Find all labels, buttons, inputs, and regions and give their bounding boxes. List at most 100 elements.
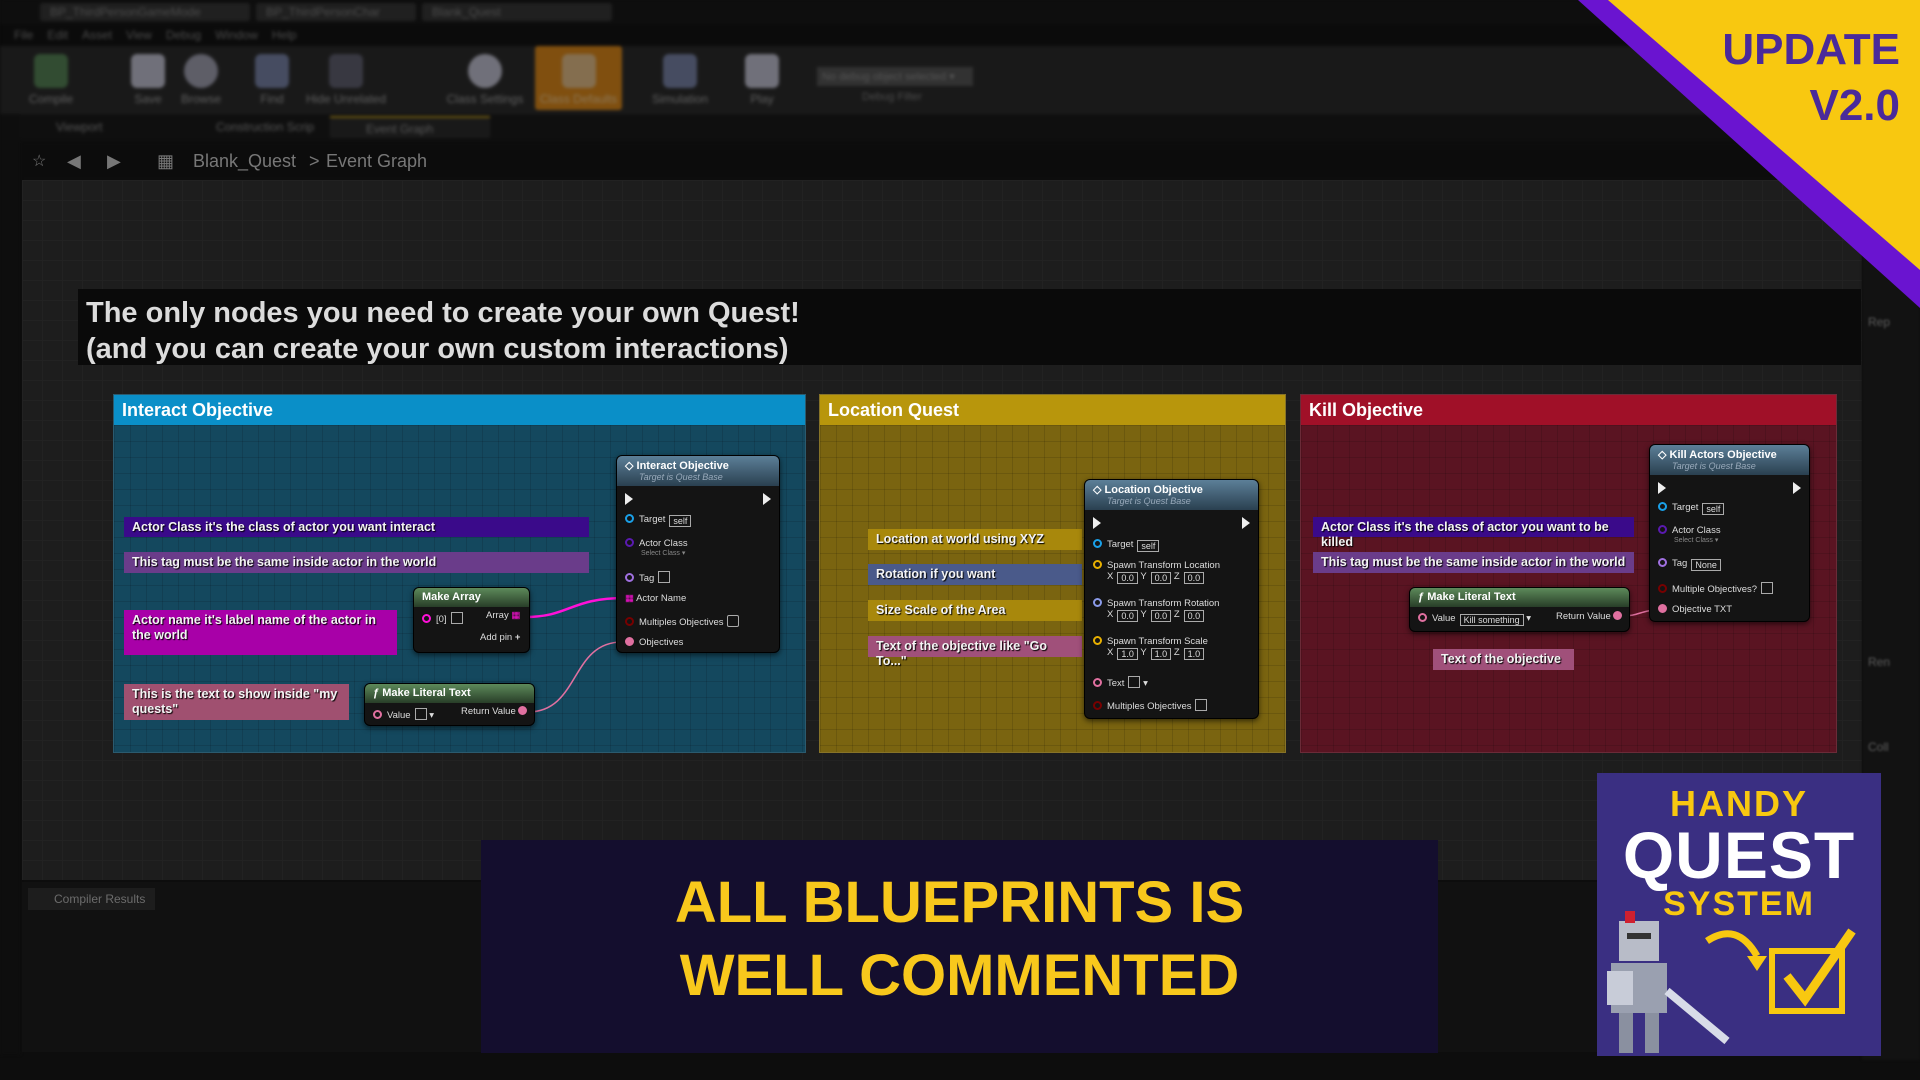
comment-objective-text[interactable]: Text of the objective [1433, 649, 1574, 670]
make-literal-text-node[interactable]: ƒ Make Literal Text Value Kill something … [1409, 587, 1630, 632]
pin-icon[interactable] [1093, 539, 1102, 548]
wire-array [524, 596, 626, 619]
pin-label: [0] [436, 614, 447, 625]
pin-label: Value [1432, 613, 1456, 624]
comment-actor-class[interactable]: Actor Class it's the class of actor you … [1313, 517, 1634, 549]
make-array-node[interactable]: Make Array [0] Array ▦ Add pin + [413, 587, 530, 653]
pin-icon[interactable] [518, 706, 528, 715]
pin-icon[interactable] [373, 710, 382, 719]
pin-icon[interactable] [1093, 560, 1102, 569]
value-field[interactable] [414, 708, 427, 720]
pin-icon[interactable] [1658, 502, 1667, 511]
multiples-checkbox[interactable] [1195, 699, 1208, 711]
plus-icon[interactable]: + [515, 632, 521, 643]
exec-in-pin[interactable] [1658, 482, 1666, 494]
value-field[interactable]: Kill something [1459, 614, 1524, 626]
kill-actors-objective-node[interactable]: ◇ Kill Actors Objective Target is Quest B… [1649, 444, 1810, 622]
pin-icon[interactable] [422, 614, 431, 623]
interact-objective-node[interactable]: ◇ Interact Objective Target is Quest Base… [616, 455, 780, 653]
exec-out-pin[interactable] [1242, 517, 1250, 529]
pin-label: Array [486, 610, 509, 621]
pin-icon[interactable] [625, 514, 634, 523]
promo-banner: ALL BLUEPRINTS IS WELL COMMENTED [481, 840, 1438, 1053]
multiple-checkbox[interactable] [1761, 582, 1774, 594]
pin-label: Spawn Transform Rotation [1107, 598, 1220, 609]
make-literal-text-node[interactable]: ƒ Make Literal Text Value ▾ Return Value [364, 683, 535, 726]
node-title: Location Objective [1104, 484, 1203, 496]
multiples-checkbox[interactable] [727, 615, 740, 627]
pin-label: Value [387, 710, 411, 721]
pin-label: Return Value [1556, 611, 1611, 622]
pin-label: Multiple Objectives? [1672, 584, 1758, 595]
node-title: Make Array [422, 591, 481, 603]
pin-icon[interactable] [1658, 604, 1667, 613]
pin-label: Tag [639, 573, 655, 584]
pin-label: Multiples Objectives [1107, 701, 1192, 712]
pin-icon[interactable] [1658, 584, 1667, 593]
comment-location[interactable]: Location at world using XYZ [868, 529, 1082, 550]
select-class-dropdown[interactable]: Select Class ▾ [1674, 536, 1721, 544]
pin-label: Tag [1672, 558, 1688, 569]
pin-icon[interactable] [625, 538, 634, 547]
pin-icon[interactable] [1093, 701, 1102, 710]
text-field[interactable] [1128, 676, 1141, 688]
comment-text[interactable]: This is the text to show inside "my ques… [124, 684, 349, 720]
banner-line1: ALL BLUEPRINTS IS [674, 870, 1245, 935]
comment-tag[interactable]: This tag must be the same inside actor i… [124, 552, 589, 573]
node-title: Make Literal Text [1427, 591, 1516, 603]
node-title: Kill Actors Objective [1669, 449, 1777, 461]
location-vector[interactable]: X 0.0 Y 0.0 Z 0.0 [1107, 571, 1220, 584]
rotation-vector[interactable]: X 0.0 Y 0.0 Z 0.0 [1107, 609, 1219, 622]
pin-icon[interactable] [1613, 611, 1623, 620]
select-class-dropdown[interactable]: Select Class ▾ [641, 549, 688, 557]
pin-icon[interactable] [1658, 525, 1667, 534]
pin-label: Actor Name [636, 593, 687, 604]
pin-label: Actor Class [639, 538, 688, 549]
version-text: V2.0 [1809, 81, 1900, 130]
location-objective-node[interactable]: ◇ Location Objective Target is Quest Base… [1084, 479, 1259, 719]
pin-icon[interactable] [1093, 598, 1102, 607]
tag-field[interactable]: None [1691, 559, 1721, 571]
self-field[interactable]: self [1137, 540, 1160, 552]
pin-icon[interactable] [1418, 613, 1427, 622]
node-subtitle: Target is Quest Base [1107, 496, 1191, 506]
comment-scale[interactable]: Size Scale of the Area [868, 600, 1082, 621]
pin-icon[interactable] [625, 617, 634, 626]
comment-actor-class[interactable]: Actor Class it's the class of actor you … [124, 517, 589, 537]
pin-icon[interactable] [1093, 678, 1102, 687]
exec-in-pin[interactable] [625, 493, 633, 505]
comment-tag[interactable]: This tag must be the same inside actor i… [1313, 552, 1634, 573]
knight-check-illustration [1607, 911, 1856, 1053]
pin-icon[interactable] [1093, 636, 1102, 645]
exec-in-pin[interactable] [1093, 517, 1101, 529]
banner-line2: WELL COMMENTED [679, 943, 1240, 1008]
value-field[interactable] [450, 612, 463, 624]
exec-out-pin[interactable] [763, 493, 771, 505]
pin-icon[interactable] [1658, 558, 1667, 567]
array-pin-icon[interactable]: ▦ [625, 593, 636, 604]
scale-vector[interactable]: X 1.0 Y 1.0 Z 1.0 [1107, 647, 1208, 660]
pin-label: Target [1107, 539, 1134, 550]
comment-actor-name[interactable]: Actor name it's label name of the actor … [124, 610, 397, 655]
self-field[interactable]: self [1702, 503, 1725, 515]
pin-label: Spawn Transform Scale [1107, 636, 1208, 647]
comment-objective-text[interactable]: Text of the objective like "Go To..." [868, 636, 1082, 668]
comment-rotation[interactable]: Rotation if you want [868, 564, 1082, 585]
pin-icon[interactable] [625, 573, 634, 582]
node-subtitle: Target is Quest Base [639, 472, 723, 482]
wire-text [527, 641, 623, 713]
pin-icon[interactable] [625, 637, 634, 646]
node-title: Make Literal Text [382, 687, 471, 699]
self-field[interactable]: self [669, 515, 692, 527]
pin-label: Objectives [639, 637, 684, 648]
pin-label: Objective TXT [1672, 604, 1733, 615]
update-badge: UPDATE V2.0 [1700, 22, 1900, 134]
pin-label: Target [1672, 502, 1699, 513]
handy-quest-system-logo: HANDY QUEST SYSTEM [1597, 773, 1881, 1056]
tag-field[interactable] [658, 571, 671, 583]
logo-quest: QUEST [1622, 818, 1856, 892]
exec-out-pin[interactable] [1793, 482, 1801, 494]
pin-label: Spawn Transform Location [1107, 560, 1221, 571]
array-pin-icon[interactable]: ▦ [511, 610, 520, 621]
add-pin-button[interactable]: Add pin [480, 632, 512, 643]
